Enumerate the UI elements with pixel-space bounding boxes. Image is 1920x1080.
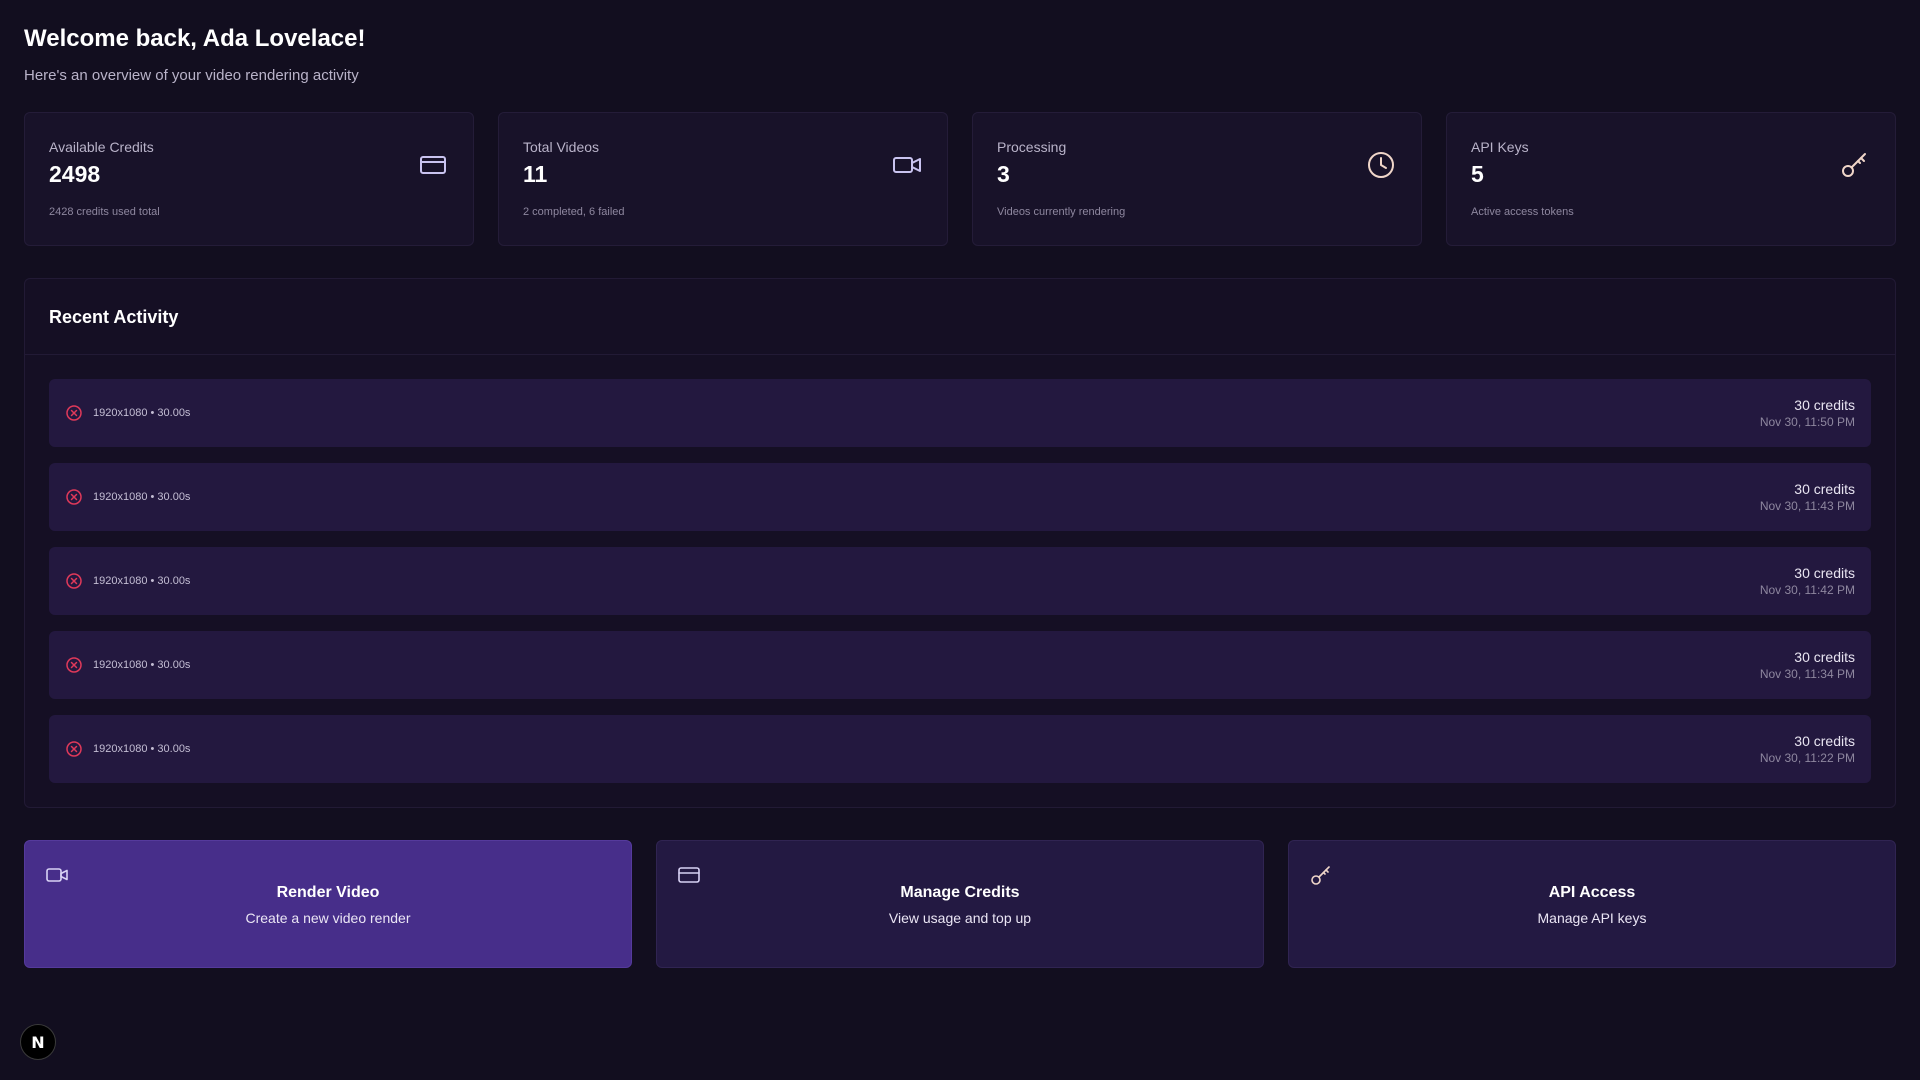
activity-description: 1920x1080 • 30.00s (93, 743, 191, 755)
dashboard: Welcome back, Ada Lovelace! Here's an ov… (24, 24, 1896, 968)
failed-status-icon (65, 404, 83, 422)
recent-activity-header: Recent Activity (25, 279, 1895, 355)
stat-label: Available Credits (49, 139, 154, 155)
activity-credits: 30 credits (1794, 481, 1855, 497)
activity-row[interactable]: 1920x1080 • 30.00s 30 credits Nov 30, 11… (49, 463, 1871, 531)
stat-value: 3 (997, 161, 1010, 187)
activity-row[interactable]: 1920x1080 • 30.00s 30 credits Nov 30, 11… (49, 715, 1871, 783)
stat-note: 2428 credits used total (49, 206, 160, 218)
activity-description: 1920x1080 • 30.00s (93, 575, 191, 587)
stat-note: Videos currently rendering (997, 206, 1126, 218)
action-title: API Access (1548, 884, 1636, 901)
video-camera-icon (891, 149, 923, 181)
activity-description: 1920x1080 • 30.00s (93, 491, 191, 503)
action-title: Render Video (276, 884, 380, 901)
stat-value: 5 (1471, 161, 1484, 187)
action-description: Manage API keys (1537, 910, 1647, 926)
failed-status-icon (65, 488, 83, 506)
activity-row[interactable]: 1920x1080 • 30.00s 30 credits Nov 30, 11… (49, 379, 1871, 447)
activity-description: 1920x1080 • 30.00s (93, 659, 191, 671)
action-description: View usage and top up (888, 910, 1032, 926)
framework-badge[interactable]: N (20, 1024, 56, 1060)
render-video-button[interactable]: Render Video Create a new video render (24, 840, 632, 968)
activity-credits: 30 credits (1794, 565, 1855, 581)
failed-status-icon (65, 740, 83, 758)
manage-credits-button[interactable]: Manage Credits View usage and top up (656, 840, 1264, 968)
activity-timestamp: Nov 30, 11:50 PM (1759, 415, 1855, 429)
video-camera-icon (45, 863, 69, 887)
action-title: Manage Credits (900, 884, 1020, 901)
stat-note: 2 completed, 6 failed (523, 206, 625, 218)
activity-list: 1920x1080 • 30.00s 30 credits Nov 30, 11… (25, 355, 1895, 783)
activity-timestamp: Nov 30, 11:34 PM (1759, 667, 1855, 681)
stat-label: API Keys (1471, 139, 1529, 155)
activity-timestamp: Nov 30, 11:43 PM (1759, 499, 1855, 513)
stat-card-processing: Processing 3 Videos currently rendering (972, 112, 1422, 246)
stat-card-available-credits: Available Credits 2498 2428 credits used… (24, 112, 474, 246)
recent-activity-panel: Recent Activity 1920x1080 • 30.00s 30 cr… (24, 278, 1896, 808)
key-icon (1839, 149, 1871, 181)
stats-row: Available Credits 2498 2428 credits used… (24, 112, 1896, 246)
stat-card-api-keys: API Keys 5 Active access tokens (1446, 112, 1896, 246)
activity-row[interactable]: 1920x1080 • 30.00s 30 credits Nov 30, 11… (49, 631, 1871, 699)
credit-card-icon (677, 863, 701, 887)
activity-credits: 30 credits (1794, 397, 1855, 413)
stat-card-total-videos: Total Videos 11 2 completed, 6 failed (498, 112, 948, 246)
stat-value: 2498 (49, 161, 101, 187)
stat-note: Active access tokens (1471, 206, 1574, 218)
activity-credits: 30 credits (1794, 733, 1855, 749)
activity-description: 1920x1080 • 30.00s (93, 407, 191, 419)
activity-credits: 30 credits (1794, 649, 1855, 665)
stat-label: Processing (997, 139, 1067, 155)
action-description: Create a new video render (245, 910, 411, 926)
page-subtitle: Here's an overview of your video renderi… (24, 67, 359, 84)
stat-label: Total Videos (523, 139, 600, 155)
credit-card-icon (417, 149, 449, 181)
activity-timestamp: Nov 30, 11:22 PM (1759, 751, 1855, 765)
stat-value: 11 (523, 161, 548, 187)
recent-activity-title: Recent Activity (49, 307, 179, 327)
failed-status-icon (65, 656, 83, 674)
api-access-button[interactable]: API Access Manage API keys (1288, 840, 1896, 968)
activity-row[interactable]: 1920x1080 • 30.00s 30 credits Nov 30, 11… (49, 547, 1871, 615)
clock-icon (1365, 149, 1397, 181)
key-icon (1309, 863, 1333, 887)
quick-actions: Render Video Create a new video render M… (24, 840, 1896, 968)
activity-timestamp: Nov 30, 11:42 PM (1759, 583, 1855, 597)
failed-status-icon (65, 572, 83, 590)
page-title: Welcome back, Ada Lovelace! (24, 25, 366, 52)
